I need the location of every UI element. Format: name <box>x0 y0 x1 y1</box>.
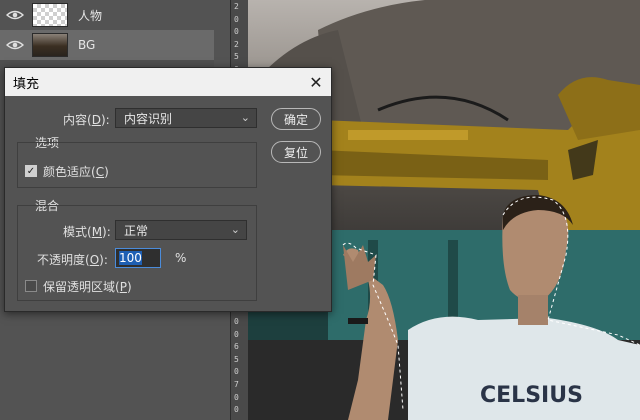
ruler-number: 6 <box>234 342 239 352</box>
ruler-number: 0 <box>234 27 239 37</box>
opacity-label: 不透明度(O): <box>37 253 108 267</box>
content-dropdown-value: 内容识别 <box>124 111 173 126</box>
close-icon[interactable]: ✕ <box>301 68 331 96</box>
content-label: 内容(D): <box>63 113 110 127</box>
shirt-text: CELSIUS <box>480 383 583 408</box>
mode-dropdown[interactable]: 正常 ⌄ <box>115 220 247 240</box>
reset-button[interactable]: 复位 <box>271 141 321 163</box>
ruler-number: 5 <box>234 354 239 364</box>
ruler-number: 0 <box>234 367 239 377</box>
mode-label: 模式(M): <box>63 225 111 239</box>
dialog-title: 填充 <box>13 76 40 92</box>
layer-row-person[interactable]: 人物 <box>0 0 214 30</box>
preserve-transparency-label[interactable]: 保留透明区域(P) <box>43 278 132 295</box>
mode-dropdown-value: 正常 <box>124 223 149 238</box>
ruler-number: 5 <box>234 52 239 62</box>
ok-button[interactable]: 确定 <box>271 108 321 130</box>
layer-name: BG <box>78 38 96 52</box>
chevron-down-icon: ⌄ <box>240 111 250 124</box>
chevron-down-icon: ⌄ <box>230 223 240 236</box>
ruler-number: 0 <box>234 14 239 24</box>
layer-thumbnail <box>32 33 68 57</box>
fill-dialog: 填充 ✕ 内容(D): 内容识别 ⌄ 确定 复位 选项 ✓ 颜色适应(C) 混合… <box>4 67 332 312</box>
color-adapt-label[interactable]: 颜色适应(C) <box>43 163 109 180</box>
ruler-number: 0 <box>234 392 239 402</box>
ruler-number: 0 <box>234 405 239 415</box>
layer-thumbnail <box>32 3 68 27</box>
opacity-input[interactable]: 100 <box>115 248 161 268</box>
dialog-titlebar[interactable]: 填充 ✕ <box>5 68 331 96</box>
visibility-eye-icon[interactable] <box>6 9 24 21</box>
ruler-number: 2 <box>234 2 239 11</box>
color-adapt-checkbox[interactable]: ✓ <box>25 165 37 177</box>
ruler-number: 0 <box>234 329 239 339</box>
visibility-eye-icon[interactable] <box>6 39 24 51</box>
opacity-unit: % <box>175 251 187 265</box>
ruler-number: 0 <box>234 317 239 326</box>
layer-name: 人物 <box>78 8 103 23</box>
preserve-transparency-checkbox[interactable] <box>25 280 37 292</box>
content-dropdown[interactable]: 内容识别 ⌄ <box>115 108 257 128</box>
ruler-number: 7 <box>234 380 239 389</box>
layer-row-bg[interactable]: BG <box>0 30 214 60</box>
ruler-number: 2 <box>234 39 239 49</box>
